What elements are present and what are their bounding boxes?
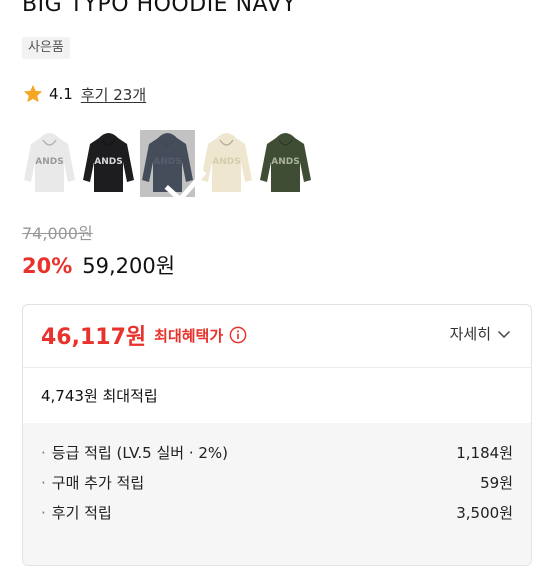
star-icon (23, 84, 43, 103)
color-swatch-navy[interactable]: ANDS (140, 130, 207, 203)
bullet: · (41, 443, 46, 462)
hoodie-thumbnail: ANDS (81, 130, 136, 197)
info-icon[interactable] (229, 326, 247, 344)
benefit-header: 46,117원 최대혜택가 (41, 319, 247, 351)
gift-badge: 사은품 (22, 37, 70, 59)
point-row: · 후기 적립 3,500원 (41, 497, 513, 527)
svg-text:ANDS: ANDS (212, 157, 240, 167)
point-label: · 후기 적립 (41, 502, 112, 523)
color-swatch-white[interactable]: ANDS (22, 130, 77, 197)
color-swatches: ANDS ANDS ANDS ANDS ANDS (22, 130, 317, 203)
point-value: 3,500원 (456, 503, 513, 522)
point-label-text: 구매 추가 적립 (51, 473, 145, 492)
point-row: · 구매 추가 적립 59원 (41, 467, 513, 497)
sale-price: 59,200원 (82, 254, 176, 278)
chevron-down-icon (497, 330, 511, 338)
max-benefit-price: 46,117원 (41, 325, 147, 350)
review-link[interactable]: 후기 23개 (81, 84, 146, 105)
svg-text:ANDS: ANDS (35, 157, 63, 167)
rating-row: 4.1 후기 23개 (22, 82, 146, 106)
point-label: · 등급 적립 (LV.5 실버 · 2%) (41, 442, 228, 463)
bullet: · (41, 503, 46, 522)
color-swatch-black[interactable]: ANDS (81, 130, 136, 197)
product-title: BIG TYPO HOODIE NAVY (22, 0, 297, 17)
divider (23, 367, 531, 368)
discount-rate: 20% (22, 254, 73, 278)
check-icon (164, 170, 207, 203)
hoodie-thumbnail: ANDS (22, 130, 77, 197)
price-row: 20% 59,200원 (22, 250, 175, 280)
bullet: · (41, 473, 46, 492)
svg-text:ANDS: ANDS (94, 157, 122, 167)
detail-toggle-label: 자세히 (449, 325, 491, 343)
max-benefit-label: 최대혜택가 (154, 326, 224, 345)
point-row: · 등급 적립 (LV.5 실버 · 2%) 1,184원 (41, 437, 513, 467)
point-label-text: 등급 적립 (LV.5 실버 · 2%) (51, 443, 229, 462)
detail-toggle-button[interactable]: 자세히 (450, 323, 511, 344)
color-swatch-khaki[interactable]: ANDS (258, 130, 313, 197)
point-value: 1,184원 (456, 443, 513, 462)
point-label-text: 후기 적립 (51, 503, 112, 522)
point-list: · 등급 적립 (LV.5 실버 · 2%) 1,184원 · 구매 추가 적립 59원 ·… (23, 423, 531, 565)
point-label: · 구매 추가 적립 (41, 472, 144, 493)
point-total: 4,743원 최대적립 (41, 387, 158, 405)
benefit-box: 46,117원 최대혜택가 자세히 4,743원 최대적립 · 등급 적립 (LV… (22, 304, 532, 566)
point-value: 59원 (480, 473, 513, 492)
rating-value: 4.1 (49, 85, 73, 103)
original-price: 74,000원 (22, 224, 93, 243)
hoodie-thumbnail: ANDS (258, 130, 313, 197)
svg-text:ANDS: ANDS (271, 157, 299, 167)
